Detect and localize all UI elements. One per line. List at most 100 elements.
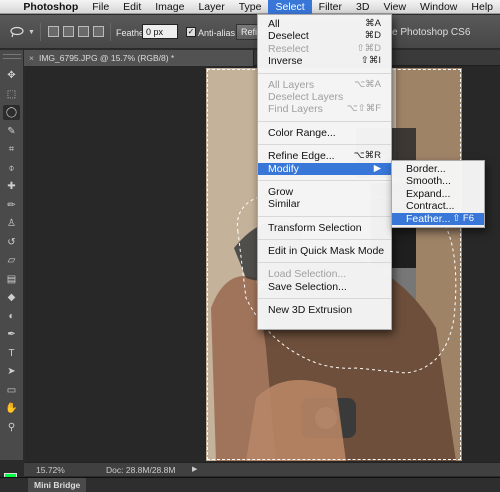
menu-item-label: Transform Selection [268,221,362,234]
menu-photoshop[interactable]: Photoshop [20,0,85,14]
divider [110,23,111,41]
antialias-label: Anti-alias [198,28,236,38]
menu-item-border[interactable]: Border... [392,163,484,175]
mac-menubar: Photoshop File Edit Image Layer Type Sel… [0,0,500,14]
hand-icon[interactable]: ✋ [3,401,20,416]
marquee-icon[interactable]: ⬚ [3,87,20,102]
menu-item-label: Inverse [268,55,303,68]
menu-item-load-selection: Load Selection... [258,268,391,280]
pen-icon[interactable]: ✒ [3,327,20,342]
menu-image[interactable]: Image [148,0,191,14]
menu-item-label: Load Selection... [268,268,347,281]
document-tab[interactable]: × IMG_6795.JPG @ 15.7% (RGB/8) * [24,50,254,66]
menu-item-feather[interactable]: Feather... ⇧ F6 [392,212,484,225]
menu-item-expand[interactable]: Expand... [392,188,484,200]
menu-item-shortcut: ⌘D [364,30,381,42]
path-select-icon[interactable]: ➤ [3,364,20,379]
menu-item-edit-in-quick-mask-mode[interactable]: Edit in Quick Mask Mode [258,245,391,257]
subtract-selection-icon[interactable] [78,26,89,37]
menu-item-shortcut: ⌥⌘A [354,78,381,90]
menu-layer[interactable]: Layer [191,0,231,14]
menu-filter[interactable]: Filter [312,0,349,14]
doc-size: Doc: 28.8M/28.8M [106,465,176,475]
menu-separator [258,120,391,122]
shape-icon[interactable]: ▭ [3,383,20,398]
menu-item-deselect[interactable]: Deselect ⌘D [258,30,391,42]
menu-item-shortcut: ⌥⌘R [353,150,381,162]
menu-view[interactable]: View [376,0,413,14]
eraser-icon[interactable]: ▱ [3,253,20,268]
menu-item-label: Deselect Layers [268,90,344,103]
menu-item-smooth[interactable]: Smooth... [392,175,484,187]
add-selection-icon[interactable] [63,26,74,37]
menu-item-label: New 3D Extrusion [268,304,353,317]
menu-item-save-selection[interactable]: Save Selection... [258,281,391,293]
menu-item-inverse[interactable]: Inverse ⇧⌘I [258,55,391,67]
close-icon[interactable]: × [29,53,34,63]
panel-grip[interactable] [3,54,21,59]
menu-item-grow[interactable]: Grow [258,186,391,198]
antialias-checkbox[interactable]: ✓ [186,27,196,37]
menu-3d[interactable]: 3D [349,0,376,14]
zoom-level[interactable]: 15.72% [36,465,65,475]
menu-window[interactable]: Window [413,0,464,14]
menu-type[interactable]: Type [232,0,269,14]
clone-stamp-icon[interactable]: ♙ [3,216,20,231]
lasso-icon[interactable]: ◯ [3,105,20,120]
menu-item-deselect-layers: Deselect Layers [258,91,391,103]
mini-bridge-tab[interactable]: Mini Bridge [28,478,87,492]
menu-separator [258,262,391,264]
menu-select[interactable]: Select [268,0,312,14]
menu-item-all[interactable]: All ⌘A [258,18,391,30]
menu-item-modify[interactable]: Modify ▶ [258,162,391,175]
window-title: e Photoshop CS6 [392,27,471,38]
menu-item-refine-edge[interactable]: Refine Edge... ⌥⌘R [258,150,391,162]
menu-item-label: All Layers [268,78,315,91]
modify-submenu: Border... Smooth... Expand... Contract... Fe… [391,160,485,228]
move-icon[interactable]: ✥ [3,68,20,83]
menu-help[interactable]: Help [464,0,500,14]
quick-select-icon[interactable]: ✎ [3,124,20,139]
chevron-down-icon[interactable]: ▼ [28,29,35,36]
divider [40,23,41,41]
menu-item-color-range[interactable]: Color Range... [258,127,391,139]
menu-item-transform-selection[interactable]: Transform Selection [258,222,391,234]
menu-item-shortcut: ⇧⌘D [356,42,381,54]
play-icon[interactable]: ▶ [192,465,197,473]
menu-item-label: Similar [268,198,301,211]
lasso-preset-icon[interactable] [9,26,27,38]
menu-item-new-3d-extrusion[interactable]: New 3D Extrusion [258,304,391,316]
feather-input[interactable] [142,24,178,39]
type-icon[interactable]: T [3,346,20,361]
intersect-selection-icon[interactable] [93,26,104,37]
bottom-panel: Mini Bridge [0,477,500,492]
menu-item-similar[interactable]: Similar [258,198,391,210]
menu-item-label: Save Selection... [268,280,347,293]
menu-file[interactable]: File [85,0,116,14]
brush-icon[interactable]: ✏ [3,198,20,213]
menu-item-label: Deselect [268,30,309,43]
menu-item-contract[interactable]: Contract... [392,200,484,212]
menu-separator [258,144,391,146]
history-brush-icon[interactable]: ↺ [3,235,20,250]
spot-heal-icon[interactable]: ✚ [3,179,20,194]
menu-item-label: Expand... [406,187,451,200]
dodge-icon[interactable]: ◐ [3,309,20,324]
menu-item-label: Find Layers [268,103,323,116]
menu-item-label: Feather... [406,212,451,225]
gradient-icon[interactable]: ▤ [3,272,20,287]
menu-item-shortcut: ⇧⌘I [360,55,381,67]
menu-item-label: Modify [268,162,299,175]
menu-item-label: Edit in Quick Mask Mode [268,245,385,258]
new-selection-icon[interactable] [48,26,59,37]
eyedropper-icon[interactable]: ⌽ [3,161,20,176]
menu-item-label: Refine Edge... [268,150,335,163]
blur-icon[interactable]: ◆ [3,290,20,305]
zoom-icon[interactable]: ⚲ [3,420,20,435]
crop-icon[interactable]: ⌗ [3,142,20,157]
menu-edit[interactable]: Edit [116,0,148,14]
menu-separator [258,239,391,241]
menu-item-shortcut: ⇧ F6 [452,212,474,224]
options-bar: ▼ Feather: ✓ Anti-alias Refine Edge... e… [0,15,500,49]
menu-item-label: Grow [268,185,294,198]
